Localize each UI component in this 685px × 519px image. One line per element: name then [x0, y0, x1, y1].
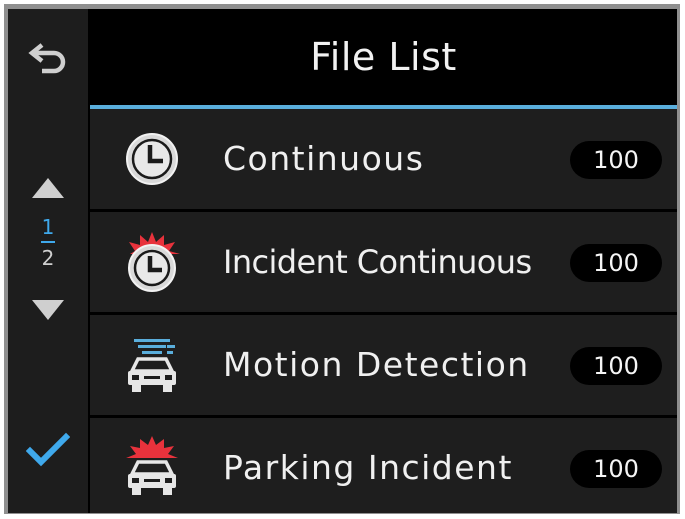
- triangle-up-icon: [32, 178, 64, 198]
- checkmark-icon: [26, 432, 70, 467]
- page-title: File List: [310, 35, 457, 79]
- list-item-label: Incident Continuous: [223, 243, 532, 281]
- dashcam-screen: 1 2 File List Continuous 100 Incident Co…: [8, 9, 677, 513]
- list-item-motion-detection[interactable]: Motion Detection 100: [90, 315, 677, 415]
- list-item-incident-continuous[interactable]: Incident Continuous 100: [90, 212, 677, 312]
- count-badge: 100: [570, 347, 662, 385]
- motion-car-icon: [128, 339, 176, 392]
- clock-icon: [126, 133, 178, 185]
- list-item-parking-incident[interactable]: Parking Incident 100: [90, 418, 677, 513]
- count-badge: 100: [570, 244, 662, 282]
- page-up-button[interactable]: [26, 173, 70, 203]
- confirm-button[interactable]: [20, 425, 76, 475]
- header: File List: [90, 9, 677, 105]
- triangle-down-icon: [32, 300, 64, 320]
- count-badge: 100: [570, 141, 662, 179]
- count-badge: 100: [570, 450, 662, 488]
- file-category-list: Continuous 100 Incident Continuous 100 M…: [90, 109, 677, 513]
- list-item-continuous[interactable]: Continuous 100: [90, 109, 677, 209]
- back-arrow-icon: [28, 43, 66, 74]
- list-item-label: Parking Incident: [223, 448, 513, 487]
- page-total: 2: [41, 246, 55, 270]
- incident-clock-icon: [128, 232, 180, 292]
- back-button[interactable]: [18, 35, 78, 83]
- list-item-label: Continuous: [223, 139, 425, 178]
- sidebar: 1 2: [8, 9, 88, 513]
- list-item-label: Motion Detection: [223, 345, 530, 384]
- page-current: 1: [41, 215, 55, 239]
- page-fraction-line: [41, 241, 55, 243]
- page-indicator: 1 2: [28, 215, 68, 285]
- page-down-button[interactable]: [26, 295, 70, 325]
- parking-incident-car-icon: [126, 436, 178, 495]
